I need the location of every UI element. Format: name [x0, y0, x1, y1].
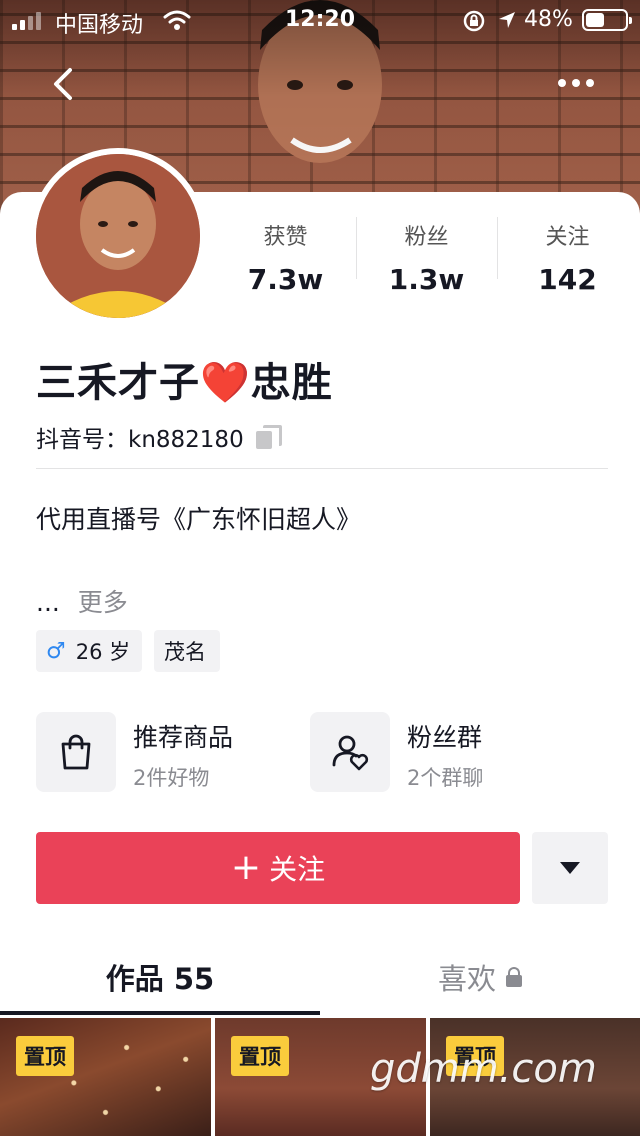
city-label: 茂名 — [164, 640, 206, 664]
douyin-id: 抖音号：kn882180 — [36, 427, 244, 453]
stat-value: 7.3w — [247, 263, 324, 296]
more-dot-icon — [586, 79, 594, 87]
age-tag: ♂ 26 岁 — [36, 630, 142, 672]
battery-icon — [582, 9, 632, 31]
back-button[interactable] — [44, 62, 88, 106]
stat-followers[interactable]: 粉丝 1.3w — [356, 215, 497, 296]
recommend-dropdown-button[interactable] — [532, 832, 608, 904]
city-tag: 茂名 — [154, 630, 220, 672]
bio-more-link[interactable]: 更多 — [78, 588, 128, 617]
fan-group-title: 粉丝群 — [407, 723, 483, 752]
bio-expand[interactable]: ... 更多 — [36, 583, 128, 619]
lock-icon — [506, 967, 522, 987]
more-options-button[interactable] — [552, 68, 600, 98]
fan-group-icon — [332, 735, 369, 771]
fan-group-icon-box — [310, 712, 390, 792]
recommended-goods-entry[interactable]: 推荐商品 2件好物 — [36, 712, 286, 792]
tab-works[interactable]: 作品 55 — [0, 955, 320, 999]
tab-works-label: 作品 55 — [105, 962, 215, 996]
tab-active-indicator — [0, 1011, 320, 1015]
profile-stats: 获赞 7.3w 粉丝 1.3w 关注 142 — [215, 215, 640, 296]
stat-value: 142 — [538, 263, 597, 296]
stat-label: 关注 — [545, 225, 590, 250]
stat-following[interactable]: 关注 142 — [497, 215, 638, 296]
back-arrow-icon — [54, 68, 72, 100]
rotation-lock-icon — [463, 10, 485, 32]
fan-group-entry[interactable]: 粉丝群 2个群聊 — [310, 712, 570, 792]
status-bar: 中国移动 12:20 48% — [0, 0, 640, 40]
stat-label: 粉丝 — [404, 225, 449, 250]
douyin-id-row: 抖音号：kn882180 — [36, 420, 282, 454]
copy-icon[interactable] — [255, 425, 282, 449]
pinned-badge: 置顶 — [231, 1036, 289, 1076]
goods-subtitle: 2件好物 — [133, 766, 210, 790]
more-dot-icon — [572, 79, 580, 87]
bio-ellipsis: ... — [36, 588, 60, 617]
stat-value: 1.3w — [388, 263, 465, 296]
shopping-bag-icon — [61, 734, 91, 770]
shopping-bag-icon-box — [36, 712, 116, 792]
stat-label: 获赞 — [263, 225, 308, 250]
more-dot-icon — [558, 79, 566, 87]
avatar[interactable] — [30, 148, 206, 324]
tab-likes-label: 喜欢 — [437, 962, 496, 996]
stat-likes[interactable]: 获赞 7.3w — [215, 215, 356, 296]
profile-nickname: 三禾才子❤️忠胜 — [36, 360, 333, 406]
follow-label: 关注 — [269, 853, 326, 886]
plus-icon: + — [230, 847, 262, 888]
video-thumbnail[interactable]: 置顶 — [0, 1018, 211, 1136]
battery-percent: 48% — [524, 7, 573, 32]
location-arrow-icon — [499, 12, 515, 28]
male-icon: ♂ — [46, 638, 66, 664]
profile-bio: 代用直播号《广东怀旧超人》 — [36, 505, 362, 534]
avatar-image — [36, 154, 200, 318]
fan-group-subtitle: 2个群聊 — [407, 766, 484, 790]
goods-title: 推荐商品 — [133, 723, 234, 752]
follow-button[interactable]: + 关注 — [36, 832, 520, 904]
divider — [36, 468, 608, 469]
age-label: 26 岁 — [75, 640, 131, 664]
tab-likes[interactable]: 喜欢 — [320, 955, 640, 999]
site-watermark: gdmm.com — [370, 1046, 597, 1092]
caret-down-icon — [560, 862, 580, 874]
pinned-badge: 置顶 — [16, 1036, 74, 1076]
